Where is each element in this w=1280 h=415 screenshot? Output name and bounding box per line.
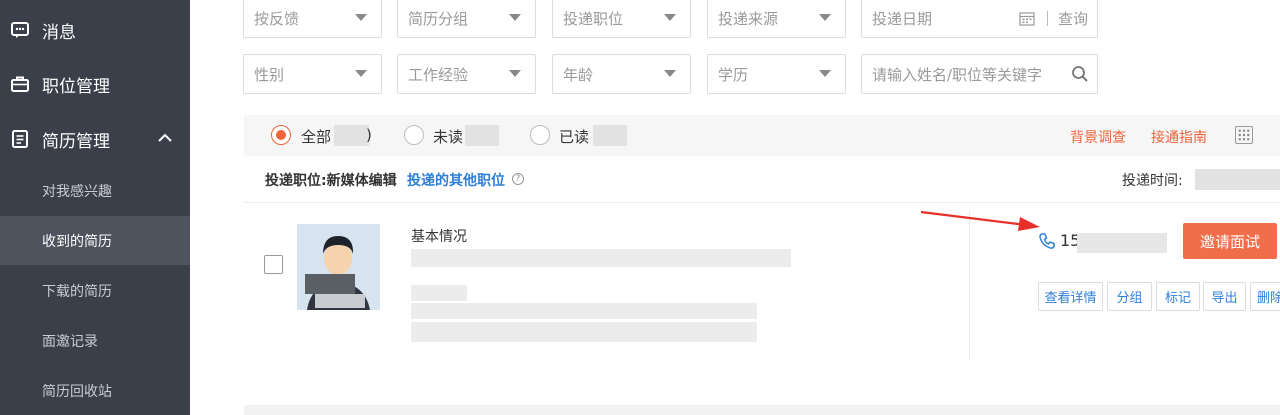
- select-value: 学历: [718, 65, 749, 84]
- detail-redacted: [411, 322, 757, 342]
- group-button[interactable]: 分组: [1107, 282, 1152, 311]
- invite-interview-button[interactable]: 邀请面试: [1183, 223, 1277, 259]
- basic-info-redacted: [411, 249, 791, 267]
- message-icon: [11, 22, 29, 38]
- sidebar-subitem-interested[interactable]: 对我感兴趣: [0, 166, 190, 215]
- sidebar-subitem-received-resumes[interactable]: 收到的简历: [0, 216, 190, 265]
- search-icon[interactable]: [1071, 65, 1089, 83]
- experience-select[interactable]: 工作经验: [397, 54, 536, 94]
- background-check-link[interactable]: 背景调查: [1070, 127, 1126, 147]
- detail-redacted: [411, 303, 757, 319]
- job-select[interactable]: 投递职位: [552, 0, 691, 38]
- tab-unread-label: 未读: [433, 128, 464, 146]
- view-details-button[interactable]: 查看详情: [1038, 282, 1103, 311]
- avatar: [297, 224, 380, 310]
- select-value: 按反馈: [254, 9, 300, 28]
- date-placeholder: 投递日期: [872, 9, 933, 28]
- applied-job-label: 投递职位:新媒体编辑: [265, 173, 397, 189]
- caret-down-icon: [819, 70, 831, 77]
- divider: [244, 202, 1280, 203]
- tab-all-label: 全部: [301, 128, 332, 146]
- feedback-select[interactable]: 按反馈: [243, 0, 382, 38]
- query-button[interactable]: 查询: [1058, 8, 1088, 29]
- radio-read[interactable]: [530, 125, 550, 145]
- apply-time-redacted: [1195, 169, 1280, 190]
- connect-guide-link[interactable]: 接通指南: [1151, 127, 1207, 147]
- sidebar-subitem-interview-records[interactable]: 面邀记录: [0, 316, 190, 365]
- candidate-checkbox[interactable]: [264, 255, 283, 274]
- select-value: 投递来源: [718, 9, 779, 28]
- age-select[interactable]: 年龄: [552, 54, 691, 94]
- caret-down-icon: [355, 14, 367, 21]
- read-status-tabs: 全部 ) 未读 已读 背景调查 接通指南: [244, 115, 1280, 156]
- briefcase-icon: [11, 76, 29, 92]
- select-value: 工作经验: [408, 65, 469, 84]
- sidebar-item-resume-management[interactable]: 简历管理: [0, 119, 190, 159]
- avatar-redacted: [315, 294, 365, 308]
- export-button[interactable]: 导出: [1203, 282, 1246, 311]
- caret-down-icon: [664, 14, 676, 21]
- count-redacted: [334, 125, 369, 146]
- sidebar-item-label: 简历管理: [42, 131, 110, 152]
- select-value: 投递职位: [563, 9, 624, 28]
- radio-unread[interactable]: [404, 125, 424, 145]
- search-placeholder: 请输入姓名/职位等关键字: [872, 65, 1043, 84]
- tab-all-suffix: ): [366, 126, 372, 144]
- grid-view-icon[interactable]: [1235, 126, 1253, 144]
- basic-info-title: 基本情况: [411, 229, 467, 245]
- phone-redacted: [1077, 233, 1167, 253]
- gender-select[interactable]: 性别: [243, 54, 382, 94]
- sidebar-item-label: 职位管理: [42, 76, 110, 97]
- divider: [1047, 11, 1048, 26]
- sidebar-item-label: 消息: [42, 22, 76, 43]
- education-select[interactable]: 学历: [707, 54, 846, 94]
- tab-read-label: 已读: [559, 128, 590, 146]
- count-redacted: [593, 125, 627, 146]
- apply-time-label: 投递时间:: [1122, 173, 1183, 189]
- next-card-strip: [244, 405, 1280, 415]
- sidebar-subitem-resume-trash[interactable]: 简历回收站: [0, 366, 190, 415]
- avatar-redacted: [305, 274, 355, 294]
- caret-down-icon: [819, 14, 831, 21]
- caret-down-icon: [509, 70, 521, 77]
- caret-down-icon: [509, 14, 521, 21]
- chevron-up-icon: [158, 133, 172, 142]
- mark-button[interactable]: 标记: [1156, 282, 1200, 311]
- other-jobs-link[interactable]: 投递的其他职位: [407, 170, 505, 190]
- source-select[interactable]: 投递来源: [707, 0, 846, 38]
- search-input[interactable]: 请输入姓名/职位等关键字: [861, 54, 1098, 94]
- select-value: 性别: [254, 65, 285, 84]
- calendar-icon[interactable]: [1019, 11, 1035, 26]
- main-content: 按反馈 简历分组 投递职位 投递来源 投递日期 查询 性别 工作经验 年龄 学历…: [190, 0, 1280, 415]
- resume-group-select[interactable]: 简历分组: [397, 0, 536, 38]
- phone-icon: [1039, 233, 1055, 249]
- sidebar-item-messages[interactable]: 消息: [0, 10, 190, 50]
- sidebar: 消息 职位管理 简历管理 对我感兴趣 收到的简历 下载的简历 面邀记录 简历回收…: [0, 0, 190, 415]
- detail-redacted: [411, 285, 467, 301]
- help-icon[interactable]: ?: [512, 173, 524, 185]
- divider: [969, 210, 970, 360]
- caret-down-icon: [355, 70, 367, 77]
- sidebar-subitem-downloaded-resumes[interactable]: 下载的简历: [0, 266, 190, 315]
- select-value: 年龄: [563, 65, 594, 84]
- document-icon: [12, 130, 28, 148]
- caret-down-icon: [664, 70, 676, 77]
- sidebar-item-job-management[interactable]: 职位管理: [0, 64, 190, 104]
- radio-all[interactable]: [271, 125, 291, 145]
- delete-button[interactable]: 删除: [1250, 282, 1280, 311]
- select-value: 简历分组: [408, 9, 469, 28]
- count-redacted: [465, 125, 499, 146]
